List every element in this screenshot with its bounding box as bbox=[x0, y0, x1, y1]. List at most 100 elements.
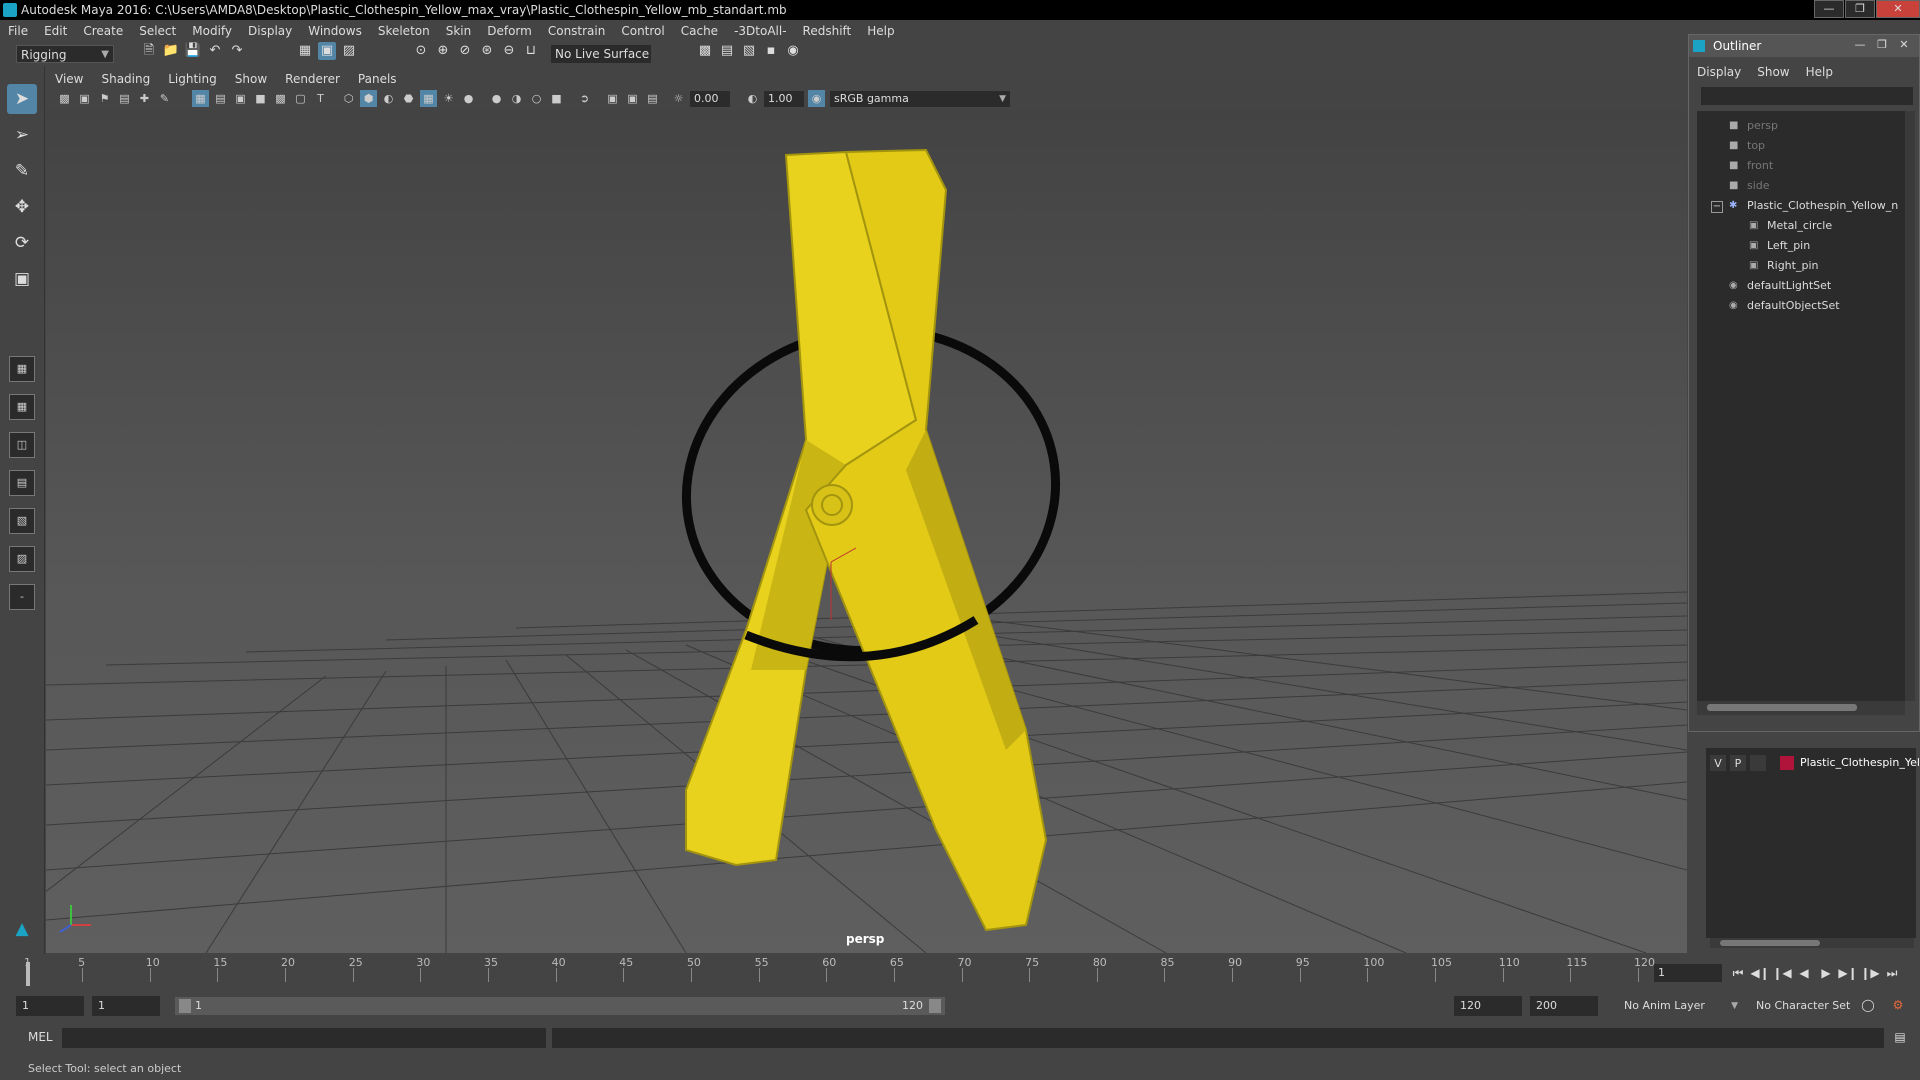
step-back-frame-icon[interactable]: ◀❙ bbox=[1750, 964, 1770, 982]
panel-menu-shading[interactable]: Shading bbox=[92, 72, 159, 86]
view-transform-select[interactable]: sRGB gamma ▼ bbox=[830, 91, 1010, 107]
single-pane-layout-icon[interactable]: ▦ bbox=[9, 356, 35, 382]
wireframe-on-shaded-icon[interactable]: ⬣ bbox=[400, 90, 417, 107]
layer-playback-toggle[interactable]: P bbox=[1730, 755, 1746, 771]
collapse-icon[interactable]: − bbox=[1711, 201, 1723, 213]
snap-plane-icon[interactable]: ⊖ bbox=[500, 42, 518, 60]
animation-end-field[interactable]: 200 bbox=[1530, 996, 1598, 1016]
maximize-icon[interactable]: ❐ bbox=[1871, 37, 1893, 53]
field-chart-icon[interactable]: ▩ bbox=[272, 90, 289, 107]
anti-aliasing-icon[interactable]: ○ bbox=[528, 90, 545, 107]
range-end-handle[interactable] bbox=[929, 999, 941, 1013]
use-all-lights-icon[interactable]: ☀ bbox=[440, 90, 457, 107]
outliner-horizontal-scrollbar[interactable] bbox=[1697, 701, 1905, 715]
select-component-icon[interactable]: ▨ bbox=[340, 42, 358, 60]
menu-edit[interactable]: Edit bbox=[36, 24, 75, 38]
panel-menu-renderer[interactable]: Renderer bbox=[276, 72, 349, 86]
bookmark-icon[interactable]: ⚑ bbox=[96, 90, 113, 107]
menu-set-selector[interactable]: Rigging ▼ bbox=[16, 45, 114, 63]
playback-end-field[interactable]: 120 bbox=[1454, 996, 1522, 1016]
play-backward-icon[interactable]: ◀ bbox=[1794, 964, 1814, 982]
select-hierarchy-icon[interactable]: ▦ bbox=[296, 42, 314, 60]
redo-icon[interactable]: ↷ bbox=[228, 42, 246, 60]
play-forward-icon[interactable]: ▶ bbox=[1816, 964, 1836, 982]
menu-modify[interactable]: Modify bbox=[184, 24, 240, 38]
hypershade-persp-layout-icon[interactable]: ▨ bbox=[9, 546, 35, 572]
camera-select-icon[interactable]: ▩ bbox=[56, 90, 73, 107]
menu-skin[interactable]: Skin bbox=[438, 24, 480, 38]
textured-icon[interactable]: ▦ bbox=[420, 90, 437, 107]
open-scene-icon[interactable]: 📁 bbox=[162, 42, 180, 60]
outliner-vertical-scrollbar[interactable] bbox=[1905, 111, 1915, 701]
custom-layout-icon[interactable]: - bbox=[9, 584, 35, 610]
panel-menu-view[interactable]: View bbox=[46, 72, 92, 86]
scale-tool-icon[interactable]: ▣ bbox=[7, 264, 37, 294]
paint-select-tool-icon[interactable]: ✎ bbox=[7, 156, 37, 186]
film-gate-icon[interactable]: ▤ bbox=[212, 90, 229, 107]
menu-select[interactable]: Select bbox=[131, 24, 184, 38]
playback-start-field[interactable]: 1 bbox=[92, 996, 160, 1016]
step-forward-key-icon[interactable]: ▶❙ bbox=[1838, 964, 1858, 982]
time-slider[interactable]: 1510152025303540455055606570758085909510… bbox=[0, 954, 1920, 988]
xray-components-icon[interactable]: ▤ bbox=[644, 90, 661, 107]
scrollbar-thumb[interactable] bbox=[1707, 704, 1857, 711]
gate-mask-icon[interactable]: ■ bbox=[252, 90, 269, 107]
move-tool-icon[interactable]: ✥ bbox=[7, 192, 37, 222]
2d-pan-zoom-icon[interactable]: ✚ bbox=[136, 90, 153, 107]
range-slider-bar[interactable]: 1 120 bbox=[175, 997, 945, 1015]
select-object-icon[interactable]: ▣ bbox=[318, 42, 336, 60]
save-scene-icon[interactable]: 💾 bbox=[184, 42, 202, 60]
close-icon[interactable]: ✕ bbox=[1893, 37, 1915, 53]
render-settings-icon[interactable]: ▩ bbox=[696, 42, 714, 60]
gamma-icon[interactable]: ◐ bbox=[744, 90, 761, 107]
shadows-icon[interactable]: ● bbox=[460, 90, 477, 107]
snap-surface-icon[interactable]: ⊛ bbox=[478, 42, 496, 60]
auto-key-icon[interactable]: ◯ bbox=[1858, 996, 1878, 1014]
animation-start-field[interactable]: 1 bbox=[16, 996, 84, 1016]
outliner-menu-help[interactable]: Help bbox=[1798, 63, 1841, 81]
select-tool-icon[interactable]: ➤ bbox=[7, 84, 37, 114]
maximize-icon[interactable]: ❐ bbox=[1845, 0, 1875, 18]
camera-attributes-icon[interactable]: ▣ bbox=[76, 90, 93, 107]
script-editor-icon[interactable]: ▤ bbox=[1890, 1028, 1910, 1046]
motion-blur-icon[interactable]: ◑ bbox=[508, 90, 525, 107]
current-time-indicator[interactable] bbox=[26, 962, 30, 986]
menu-create[interactable]: Create bbox=[75, 24, 131, 38]
layer-horizontal-scrollbar[interactable] bbox=[1710, 938, 1914, 948]
image-plane-icon[interactable]: ▤ bbox=[116, 90, 133, 107]
undo-icon[interactable]: ↶ bbox=[206, 42, 224, 60]
hypershade-icon[interactable]: ◉ bbox=[784, 42, 802, 60]
layer-reference-toggle[interactable] bbox=[1750, 755, 1766, 771]
menu-skeleton[interactable]: Skeleton bbox=[370, 24, 438, 38]
exposure-icon[interactable]: ☼ bbox=[670, 90, 687, 107]
go-to-end-icon[interactable]: ⏭ bbox=[1882, 964, 1902, 982]
graph-persp-layout-icon[interactable]: ▧ bbox=[9, 508, 35, 534]
screen-space-ao-icon[interactable]: ● bbox=[488, 90, 505, 107]
step-back-key-icon[interactable]: ❙◀ bbox=[1772, 964, 1792, 982]
grid-toggle-icon[interactable]: ▦ bbox=[192, 90, 209, 107]
panel-menu-show[interactable]: Show bbox=[226, 72, 276, 86]
safe-action-icon[interactable]: ▢ bbox=[292, 90, 309, 107]
snap-point-icon[interactable]: ⊘ bbox=[456, 42, 474, 60]
panel-menu-lighting[interactable]: Lighting bbox=[159, 72, 226, 86]
panel-menu-panels[interactable]: Panels bbox=[349, 72, 406, 86]
two-pane-layout-icon[interactable]: ◫ bbox=[9, 432, 35, 458]
step-forward-frame-icon[interactable]: ❙▶ bbox=[1860, 964, 1880, 982]
grease-pencil-icon[interactable]: ✎ bbox=[156, 90, 173, 107]
isolate-select-icon[interactable]: ➲ bbox=[576, 90, 593, 107]
outliner-menu-show[interactable]: Show bbox=[1749, 63, 1797, 81]
depth-of-field-icon[interactable]: ■ bbox=[548, 90, 565, 107]
menu-control[interactable]: Control bbox=[613, 24, 672, 38]
default-material-icon[interactable]: ◐ bbox=[380, 90, 397, 107]
scrollbar-thumb[interactable] bbox=[1720, 940, 1820, 946]
perspective-viewport[interactable]: persp bbox=[46, 110, 1687, 953]
character-set-select[interactable]: No Character Set bbox=[1752, 996, 1862, 1016]
exposure-field[interactable]: 0.00 bbox=[690, 91, 730, 107]
ipr-render-icon[interactable]: ▧ bbox=[740, 42, 758, 60]
menu-windows[interactable]: Windows bbox=[300, 24, 370, 38]
command-language-label[interactable]: MEL bbox=[28, 1030, 53, 1044]
outliner-persp-layout-icon[interactable]: ▤ bbox=[9, 470, 35, 496]
xray-joints-icon[interactable]: ▣ bbox=[624, 90, 641, 107]
live-surface-field[interactable]: No Live Surface bbox=[551, 45, 651, 63]
snap-grid-icon[interactable]: ⊙ bbox=[412, 42, 430, 60]
